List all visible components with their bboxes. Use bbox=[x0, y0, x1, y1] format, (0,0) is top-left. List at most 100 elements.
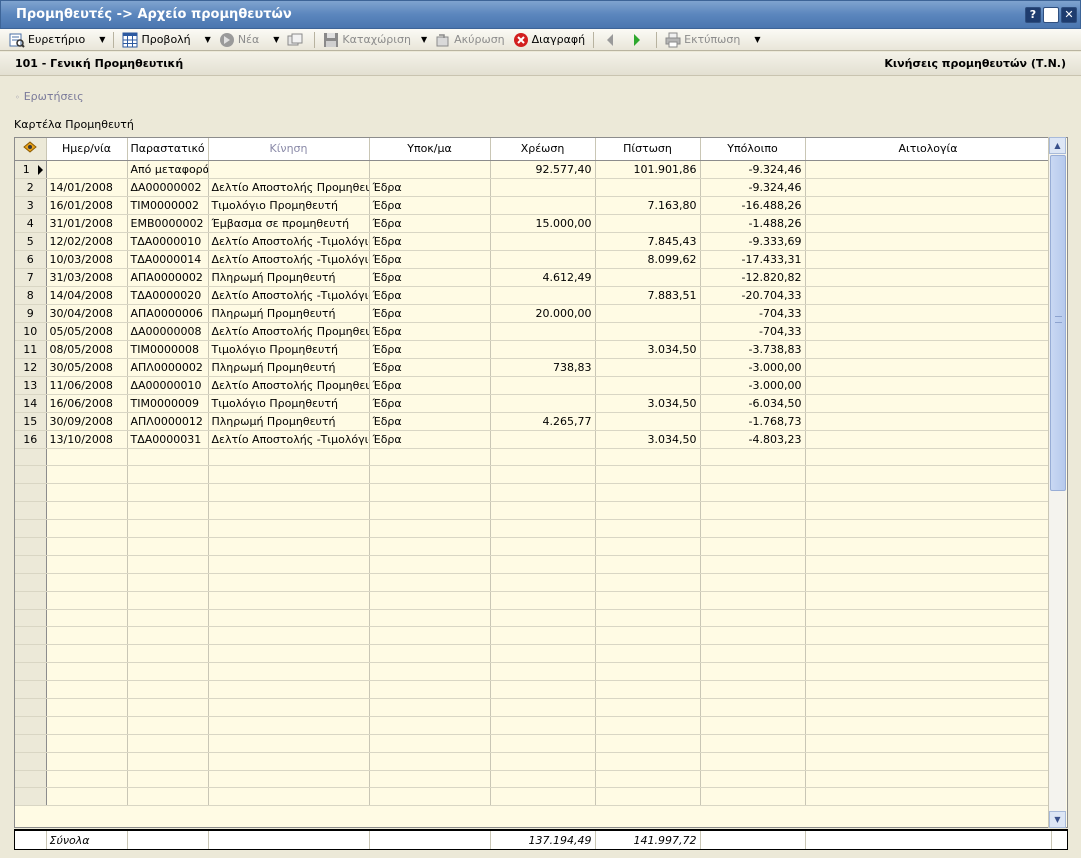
previous-button[interactable] bbox=[598, 30, 625, 50]
movement-cell[interactable]: Δελτίο Αποστολής -Τιμολόγιο bbox=[208, 286, 370, 305]
row-number[interactable]: 15 bbox=[15, 412, 47, 431]
movement-cell[interactable]: Τιμολόγιο Προμηθευτή bbox=[208, 196, 370, 215]
branch-cell[interactable]: Έδρα bbox=[369, 268, 491, 287]
row-number[interactable]: 11 bbox=[15, 340, 47, 359]
credit-cell[interactable] bbox=[595, 412, 701, 431]
branch-cell[interactable]: Έδρα bbox=[369, 340, 491, 359]
date-cell[interactable]: 16/06/2008 bbox=[46, 394, 128, 413]
balance-cell[interactable]: -16.488,26 bbox=[700, 196, 806, 215]
column-header[interactable]: Παραστατικό bbox=[127, 138, 209, 161]
reason-cell[interactable] bbox=[805, 340, 1052, 359]
row-number[interactable]: 1 bbox=[15, 160, 47, 179]
balance-cell[interactable]: -17.433,31 bbox=[700, 250, 806, 269]
document-cell[interactable]: ΤΔΑ0000014 bbox=[127, 250, 209, 269]
credit-cell[interactable]: 3.034,50 bbox=[595, 430, 701, 449]
date-cell[interactable]: 31/01/2008 bbox=[46, 214, 128, 233]
document-cell[interactable]: ΤΙΜ0000002 bbox=[127, 196, 209, 215]
credit-cell[interactable]: 8.099,62 bbox=[595, 250, 701, 269]
debit-cell[interactable] bbox=[490, 340, 596, 359]
date-cell[interactable]: 12/02/2008 bbox=[46, 232, 128, 251]
table-row[interactable]: 3 16/01/2008 ΤΙΜ0000002 Τιμολόγιο Προμηθευτ… bbox=[15, 196, 1052, 215]
table-row[interactable]: 16 13/10/2008 ΤΔΑ0000031 Δελτίο Αποστολής -… bbox=[15, 430, 1052, 449]
credit-cell[interactable] bbox=[595, 214, 701, 233]
row-number[interactable]: 8 bbox=[15, 286, 47, 305]
debit-cell[interactable] bbox=[490, 178, 596, 197]
credit-cell[interactable]: 3.034,50 bbox=[595, 394, 701, 413]
branch-cell[interactable]: Έδρα bbox=[369, 322, 491, 341]
movement-cell[interactable] bbox=[208, 160, 370, 179]
movement-cell[interactable]: Πληρωμή Προμηθευτή bbox=[208, 304, 370, 323]
reason-cell[interactable] bbox=[805, 412, 1052, 431]
scroll-thumb[interactable] bbox=[1050, 155, 1066, 491]
debit-cell[interactable] bbox=[490, 286, 596, 305]
reason-cell[interactable] bbox=[805, 268, 1052, 287]
credit-cell[interactable]: 3.034,50 bbox=[595, 340, 701, 359]
balance-cell[interactable]: -9.324,46 bbox=[700, 160, 806, 179]
reason-cell[interactable] bbox=[805, 376, 1052, 395]
branch-cell[interactable]: Έδρα bbox=[369, 430, 491, 449]
date-cell[interactable]: 30/05/2008 bbox=[46, 358, 128, 377]
scroll-up-button[interactable]: ▲ bbox=[1049, 137, 1066, 154]
movement-cell[interactable]: Δελτίο Αποστολής -Τιμολόγιο bbox=[208, 430, 370, 449]
document-cell[interactable]: ΤΔΑ0000031 bbox=[127, 430, 209, 449]
balance-cell[interactable]: -704,33 bbox=[700, 322, 806, 341]
branch-cell[interactable] bbox=[369, 160, 491, 179]
reason-cell[interactable] bbox=[805, 322, 1052, 341]
view-menu-button[interactable]: Προβολή ▼ bbox=[118, 30, 214, 50]
document-cell[interactable]: ΔΑ00000010 bbox=[127, 376, 209, 395]
column-header[interactable]: Πίστωση bbox=[595, 138, 701, 161]
scroll-down-button[interactable]: ▼ bbox=[1049, 811, 1066, 828]
document-cell[interactable]: ΤΙΜ0000009 bbox=[127, 394, 209, 413]
branch-cell[interactable]: Έδρα bbox=[369, 394, 491, 413]
debit-cell[interactable] bbox=[490, 232, 596, 251]
balance-cell[interactable]: -3.738,83 bbox=[700, 340, 806, 359]
document-cell[interactable]: ΕΜΒ0000002 bbox=[127, 214, 209, 233]
reason-cell[interactable] bbox=[805, 304, 1052, 323]
credit-cell[interactable]: 7.163,80 bbox=[595, 196, 701, 215]
row-number[interactable]: 5 bbox=[15, 232, 47, 251]
debit-cell[interactable]: 15.000,00 bbox=[490, 214, 596, 233]
table-row[interactable]: 8 14/04/2008 ΤΔΑ0000020 Δελτίο Αποστολής -Τ… bbox=[15, 286, 1052, 305]
table-row[interactable]: 7 31/03/2008 ΑΠΑ0000002 Πληρωμή Προμηθευτή Έ… bbox=[15, 268, 1052, 287]
movement-cell[interactable]: Δελτίο Αποστολής Προμηθευτή bbox=[208, 178, 370, 197]
table-row[interactable]: 4 31/01/2008 ΕΜΒ0000002 Έμβασμα σε προμηθευ… bbox=[15, 214, 1052, 233]
balance-cell[interactable]: -9.333,69 bbox=[700, 232, 806, 251]
debit-cell[interactable] bbox=[490, 196, 596, 215]
row-number[interactable]: 6 bbox=[15, 250, 47, 269]
column-header[interactable]: Κίνηση bbox=[208, 138, 370, 161]
row-number[interactable]: 12 bbox=[15, 358, 47, 377]
movement-cell[interactable]: Δελτίο Αποστολής Προμηθευτή bbox=[208, 376, 370, 395]
row-number[interactable]: 13 bbox=[15, 376, 47, 395]
date-cell[interactable]: 31/03/2008 bbox=[46, 268, 128, 287]
next-button[interactable] bbox=[625, 30, 652, 50]
row-number[interactable]: 10 bbox=[15, 322, 47, 341]
table-row[interactable]: 6 10/03/2008 ΤΔΑ0000014 Δελτίο Αποστολής -Τ… bbox=[15, 250, 1052, 269]
table-row[interactable]: 11 08/05/2008 ΤΙΜ0000008 Τιμολόγιο Προμηθευ… bbox=[15, 340, 1052, 359]
reason-cell[interactable] bbox=[805, 358, 1052, 377]
cancel-button[interactable]: Ακύρωση bbox=[431, 30, 509, 50]
row-number[interactable]: 16 bbox=[15, 430, 47, 449]
credit-cell[interactable] bbox=[595, 268, 701, 287]
movement-cell[interactable]: Πληρωμή Προμηθευτή bbox=[208, 268, 370, 287]
table-row[interactable]: 10 05/05/2008 ΔΑ00000008 Δελτίο Αποστολής Π… bbox=[15, 322, 1052, 341]
reason-cell[interactable] bbox=[805, 178, 1052, 197]
document-cell[interactable]: ΤΙΜ0000008 bbox=[127, 340, 209, 359]
debit-cell[interactable] bbox=[490, 394, 596, 413]
document-cell[interactable]: ΑΠΛ0000002 bbox=[127, 358, 209, 377]
movement-cell[interactable]: Πληρωμή Προμηθευτή bbox=[208, 412, 370, 431]
debit-cell[interactable]: 92.577,40 bbox=[490, 160, 596, 179]
debit-cell[interactable] bbox=[490, 250, 596, 269]
reason-cell[interactable] bbox=[805, 394, 1052, 413]
credit-cell[interactable] bbox=[595, 304, 701, 323]
movement-cell[interactable]: Τιμολόγιο Προμηθευτή bbox=[208, 394, 370, 413]
credit-cell[interactable] bbox=[595, 322, 701, 341]
table-row[interactable]: 12 30/05/2008 ΑΠΛ0000002 Πληρωμή Προμηθευτή… bbox=[15, 358, 1052, 377]
branch-cell[interactable]: Έδρα bbox=[369, 232, 491, 251]
balance-cell[interactable]: -704,33 bbox=[700, 304, 806, 323]
new-menu-button[interactable]: Νέα ▼ bbox=[215, 30, 284, 50]
delete-button[interactable]: Διαγραφή bbox=[509, 30, 589, 50]
column-header[interactable]: Αιτιολογία bbox=[805, 138, 1052, 161]
column-header[interactable]: Ημερ/νία bbox=[46, 138, 128, 161]
date-cell[interactable]: 13/10/2008 bbox=[46, 430, 128, 449]
debit-cell[interactable] bbox=[490, 376, 596, 395]
